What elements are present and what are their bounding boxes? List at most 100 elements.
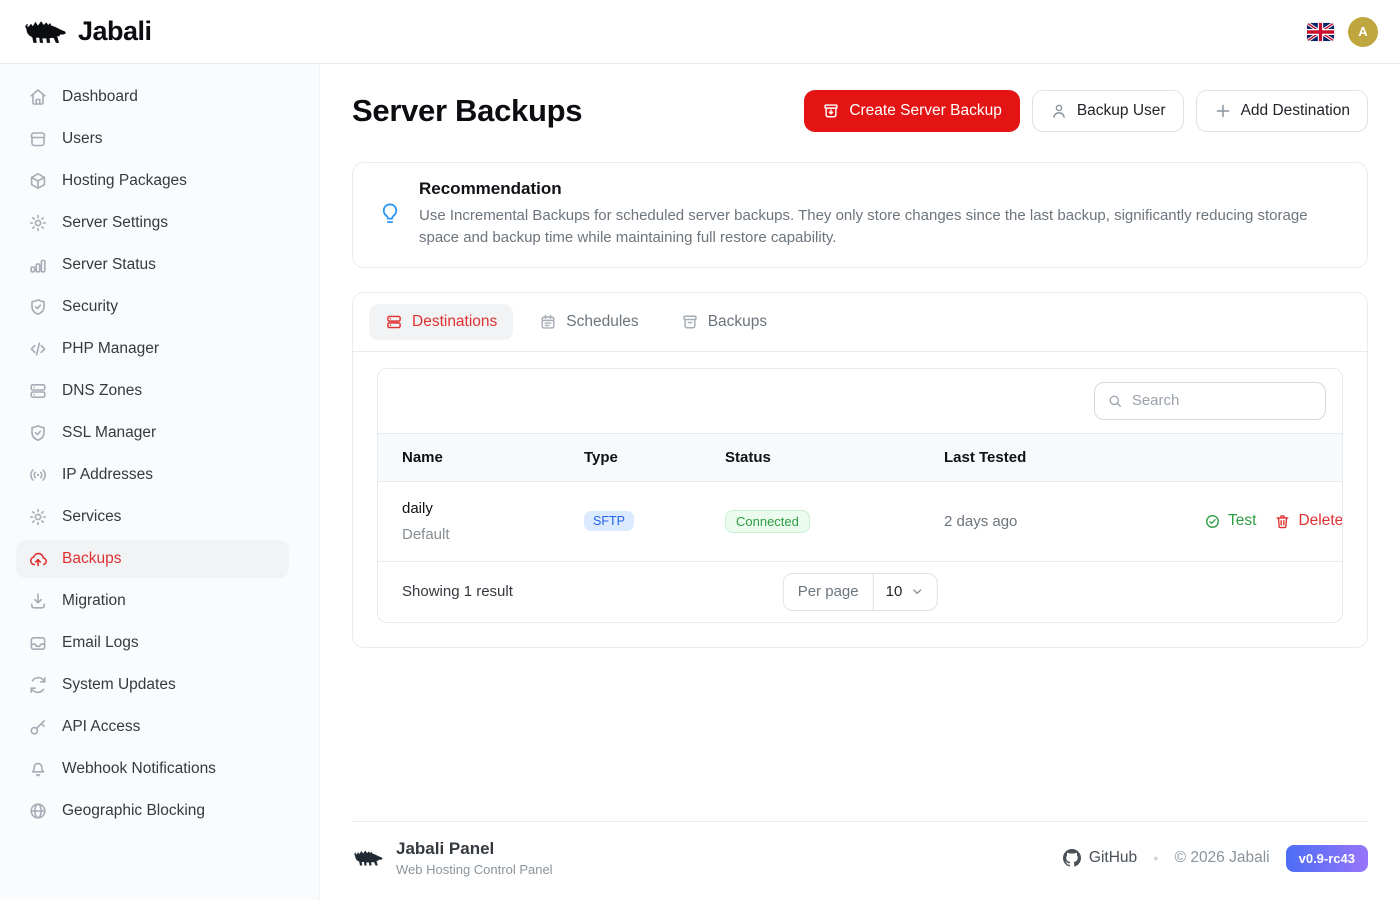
tab-bar: Destinations Schedules Backups — [353, 293, 1367, 352]
destinations-table-card: Name Type Status Last Tested daily Defau… — [377, 368, 1343, 623]
sidebar-item-server-settings[interactable]: Server Settings — [16, 204, 289, 242]
shield-check-icon — [28, 423, 48, 443]
search-input[interactable] — [1132, 392, 1313, 409]
sidebar-nav: Dashboard Users Hosting Packages Server … — [0, 64, 320, 900]
footer-brand-name: Jabali Panel — [396, 839, 553, 859]
sidebar-item-system-updates[interactable]: System Updates — [16, 666, 289, 704]
sidebar-item-geographic-blocking[interactable]: Geographic Blocking — [16, 792, 289, 830]
sidebar-item-backups[interactable]: Backups — [16, 540, 289, 578]
search-icon — [1107, 392, 1123, 410]
sidebar-item-hosting-packages[interactable]: Hosting Packages — [16, 162, 289, 200]
sidebar-item-ssl-manager[interactable]: SSL Manager — [16, 414, 289, 452]
search-row — [378, 369, 1342, 433]
trash-icon — [1274, 513, 1291, 530]
cloud-upload-icon — [28, 549, 48, 569]
sidebar-label: PHP Manager — [62, 340, 159, 358]
create-server-backup-button[interactable]: Create Server Backup — [804, 90, 1020, 132]
tab-destinations[interactable]: Destinations — [369, 304, 513, 340]
archive-down-icon — [822, 102, 840, 120]
users-box-icon — [28, 129, 48, 149]
server-stack-icon — [385, 313, 403, 331]
sidebar-label: Geographic Blocking — [62, 802, 205, 820]
gear-icon — [28, 213, 48, 233]
table-header-row: Name Type Status Last Tested — [378, 433, 1342, 482]
sidebar-item-webhook-notifications[interactable]: Webhook Notifications — [16, 750, 289, 788]
broadcast-icon — [28, 465, 48, 485]
page-footer: Jabali Panel Web Hosting Control Panel G… — [352, 821, 1368, 900]
tab-backups[interactable]: Backups — [665, 304, 783, 340]
per-page-select[interactable]: 10 — [874, 574, 937, 610]
sidebar-label: IP Addresses — [62, 466, 153, 484]
brand-logo[interactable]: Jabali — [22, 16, 152, 48]
status-badge: Connected — [725, 510, 810, 533]
sidebar-label: Server Status — [62, 256, 156, 274]
copyright-text: © 2026 Jabali — [1175, 849, 1270, 867]
delete-action-link[interactable]: Delete — [1274, 512, 1343, 530]
column-header-status: Status — [701, 434, 920, 481]
boar-logo-icon — [352, 847, 384, 869]
sidebar-item-php-manager[interactable]: PHP Manager — [16, 330, 289, 368]
sidebar-label: Email Logs — [62, 634, 139, 652]
type-badge: SFTP — [584, 511, 634, 531]
recommendation-body: Use Incremental Backups for scheduled se… — [419, 205, 1339, 249]
plus-icon — [1214, 102, 1232, 120]
cell-type: SFTP — [560, 493, 701, 549]
add-destination-button[interactable]: Add Destination — [1196, 90, 1368, 132]
backup-user-button[interactable]: Backup User — [1032, 90, 1184, 132]
github-icon — [1063, 849, 1081, 867]
recommendation-card: Recommendation Use Incremental Backups f… — [352, 162, 1368, 268]
page-title: Server Backups — [352, 93, 582, 129]
column-header-actions — [1180, 442, 1342, 472]
archive-icon — [681, 313, 699, 331]
sidebar-item-users[interactable]: Users — [16, 120, 289, 158]
tab-schedules[interactable]: Schedules — [523, 304, 654, 340]
cell-status: Connected — [701, 492, 920, 551]
sidebar-item-server-status[interactable]: Server Status — [16, 246, 289, 284]
code-icon — [28, 339, 48, 359]
github-link[interactable]: GitHub — [1063, 849, 1137, 867]
user-icon — [1050, 102, 1068, 120]
destination-name: daily — [402, 500, 536, 517]
sidebar-item-dns-zones[interactable]: DNS Zones — [16, 372, 289, 410]
shield-check-icon — [28, 297, 48, 317]
backups-panel: Destinations Schedules Backups — [352, 292, 1368, 648]
sidebar-item-api-access[interactable]: API Access — [16, 708, 289, 746]
footer-brand-text: Jabali Panel Web Hosting Control Panel — [396, 839, 553, 877]
refresh-icon — [28, 675, 48, 695]
page-head: Server Backups Create Server Backup Back… — [352, 90, 1368, 132]
sidebar-item-ip-addresses[interactable]: IP Addresses — [16, 456, 289, 494]
sidebar-item-dashboard[interactable]: Dashboard — [16, 78, 289, 116]
destination-subtitle: Default — [402, 526, 536, 543]
brand-name: Jabali — [78, 16, 152, 47]
sidebar-item-email-logs[interactable]: Email Logs — [16, 624, 289, 662]
sidebar-label: Dashboard — [62, 88, 138, 106]
column-header-name: Name — [378, 434, 560, 481]
boar-logo-icon — [22, 16, 68, 48]
main-content: Server Backups Create Server Backup Back… — [320, 64, 1400, 900]
sidebar-label: System Updates — [62, 676, 176, 694]
chevron-down-icon — [909, 584, 924, 599]
calendar-icon — [539, 313, 557, 331]
table-row: daily Default SFTP Connected 2 days ago … — [378, 482, 1342, 561]
globe-icon — [28, 801, 48, 821]
cell-last-tested: 2 days ago — [920, 495, 1180, 548]
sidebar-label: Webhook Notifications — [62, 760, 216, 778]
footer-brand: Jabali Panel Web Hosting Control Panel — [352, 839, 553, 877]
sidebar-label: Security — [62, 298, 118, 316]
package-icon — [28, 171, 48, 191]
sidebar-item-security[interactable]: Security — [16, 288, 289, 326]
sidebar-label: Services — [62, 508, 121, 526]
bar-chart-icon — [28, 255, 48, 275]
test-action-link[interactable]: Test — [1204, 512, 1256, 530]
sidebar-item-migration[interactable]: Migration — [16, 582, 289, 620]
user-avatar[interactable]: A — [1348, 17, 1378, 47]
sidebar-label: Backups — [62, 550, 121, 568]
server-stack-icon — [28, 381, 48, 401]
language-flag-uk[interactable] — [1307, 23, 1334, 41]
app-window: Jabali A Dashboard Users — [0, 0, 1400, 900]
cell-actions: Test Delete — [1180, 494, 1343, 548]
search-box[interactable] — [1094, 382, 1326, 420]
action-label: Delete — [1298, 512, 1343, 530]
column-header-last-tested: Last Tested — [920, 434, 1180, 481]
sidebar-item-services[interactable]: Services — [16, 498, 289, 536]
